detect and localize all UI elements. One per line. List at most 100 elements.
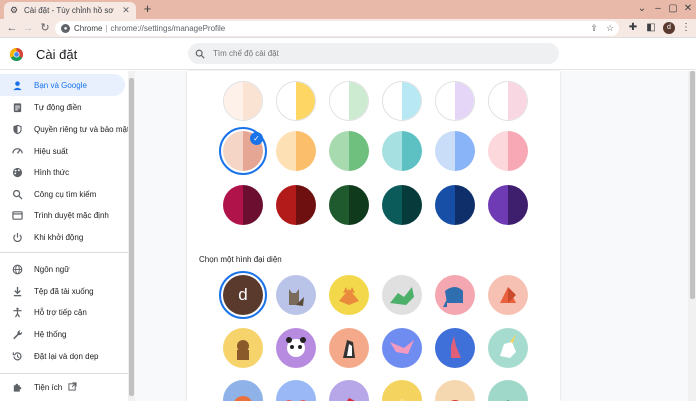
address-bar[interactable]: ● Chrome | chrome://settings/manageProfi… (55, 21, 619, 36)
sidebar-item[interactable]: Công cụ tìm kiếm (0, 183, 125, 205)
palette-icon (12, 167, 23, 178)
search-input[interactable] (213, 49, 533, 58)
sidebar-item-label: Tệp đã tải xuống (34, 286, 94, 296)
sidebar-item-label: Hình thức (34, 167, 70, 177)
sidebar-item[interactable]: Hỗ trợ tiếp cận (0, 301, 125, 323)
search-icon (195, 49, 205, 59)
rabbit-icon[interactable] (435, 328, 475, 368)
page-title: Cài đặt (36, 47, 78, 62)
sidebar-scrollbar-thumb[interactable] (129, 78, 134, 396)
sidebar-divider (0, 252, 128, 253)
selected-check-icon: ✓ (250, 132, 263, 145)
accessibility-icon (12, 307, 23, 318)
sidebar-item[interactable]: Bạn và Google (0, 74, 125, 96)
main-scrollbar-thumb[interactable] (690, 71, 695, 299)
sidebar-item-label: Tự động điền (34, 102, 82, 112)
sidebar-item-label: Khi khởi động (34, 232, 84, 242)
browser-toolbar: ← → ↻ ● Chrome | chrome://settings/manag… (0, 19, 696, 38)
sidebar-item[interactable]: Hệ thống (0, 323, 125, 345)
sidebar-item[interactable]: Hiệu suất (0, 140, 125, 162)
sidebar: Bạn và Google Tự động điền Quyền riêng tư … (0, 71, 129, 401)
reset-icon (12, 351, 23, 362)
color-swatch[interactable] (435, 185, 475, 225)
color-swatch[interactable] (276, 81, 316, 121)
settings-search[interactable] (188, 43, 559, 64)
color-swatch[interactable] (382, 185, 422, 225)
avatar-section-label: Chọn một hình đại diện (199, 255, 282, 264)
sidebar-item-label: Tiện ích (34, 382, 63, 392)
sidebar-item-label: Đặt lại và dọn dẹp (34, 351, 99, 361)
color-swatch[interactable] (329, 131, 369, 171)
browser-icon (12, 210, 23, 221)
shield-icon (12, 124, 23, 135)
bird-icon[interactable] (382, 328, 422, 368)
site-label: Chrome (74, 24, 103, 33)
reload-button[interactable]: ↻ (38, 21, 52, 35)
new-tab-button[interactable]: + (141, 2, 154, 16)
settings-header: Cài đặt (0, 38, 696, 70)
sidebar-item[interactable]: Tệp đã tải xuống (0, 280, 125, 302)
sidebar-item[interactable]: Quyền riêng tư và bảo mật (0, 118, 129, 140)
sidebar-item-label: Ngôn ngữ (34, 264, 70, 274)
sidebar-item-label: Hỗ trợ tiếp cận (34, 307, 87, 317)
color-swatch[interactable] (435, 131, 475, 171)
sidebar-item-label: Hiệu suất (34, 146, 68, 156)
penguin-icon[interactable] (329, 328, 369, 368)
sidebar-item[interactable]: Đặt lại và dọn dẹp (0, 345, 125, 367)
color-swatch[interactable] (223, 185, 263, 225)
cat-icon[interactable] (276, 275, 316, 315)
sidebar-item-label: Bạn và Google (34, 80, 87, 90)
search-icon (12, 189, 23, 200)
close-tab-icon[interactable]: ✕ (121, 5, 131, 16)
sidebar-item-label: Công cụ tìm kiếm (34, 189, 97, 199)
color-swatch[interactable] (329, 185, 369, 225)
sidebar-item-label: Hệ thống (34, 329, 67, 339)
sidebar-divider (0, 373, 128, 374)
tab-title: Cài đặt - Tùy chỉnh hồ sơ (24, 6, 114, 15)
color-swatch[interactable] (435, 81, 475, 121)
close-window-icon[interactable]: ✕ (679, 2, 696, 16)
clipboard-icon (12, 102, 23, 113)
sidebar-item[interactable]: Ngôn ngữ (0, 258, 125, 280)
color-swatch[interactable] (329, 81, 369, 121)
sidebar-item[interactable]: Khi khởi động (0, 226, 125, 248)
chrome-site-icon: ● (61, 24, 70, 33)
tab-strip: ⚙ Cài đặt - Tùy chỉnh hồ sơ ✕ + ⌄ – ▢ ✕ (0, 0, 696, 19)
sidebar-item[interactable]: Tiện ích (0, 376, 125, 398)
monkey-icon[interactable] (223, 328, 263, 368)
color-swatch[interactable] (276, 131, 316, 171)
color-swatch[interactable] (488, 185, 528, 225)
power-icon (12, 232, 23, 243)
color-swatch[interactable] (382, 131, 422, 171)
sidebar-item[interactable]: Tự động điền (0, 96, 125, 118)
color-swatch[interactable] (382, 81, 422, 121)
color-swatch[interactable] (276, 185, 316, 225)
forward-button[interactable]: → (21, 21, 35, 35)
sidebar-item[interactable]: Trình duyệt mặc định (0, 204, 125, 226)
sidebar-item-label: Quyền riêng tư và bảo mật (34, 124, 130, 134)
tab-settings[interactable]: ⚙ Cài đặt - Tùy chỉnh hồ sơ ✕ (4, 2, 136, 19)
bookmark-star-icon[interactable]: ☆ (604, 22, 616, 34)
elephant-icon[interactable] (435, 275, 475, 315)
color-swatch[interactable] (488, 81, 528, 121)
extensions-icon[interactable]: ✚ (627, 22, 639, 34)
color-swatch[interactable] (488, 131, 528, 171)
side-panel-icon[interactable]: ◧ (645, 22, 657, 34)
external-link-icon (68, 378, 77, 396)
sidebar-item[interactable]: Hình thức (0, 161, 125, 183)
sidebar-item-label: Trình duyệt mặc định (34, 210, 109, 220)
back-button[interactable]: ← (5, 21, 19, 35)
speed-icon (12, 146, 23, 157)
fox-icon[interactable] (329, 275, 369, 315)
puzzle-icon (12, 382, 23, 393)
panda-icon[interactable] (276, 328, 316, 368)
profile-avatar-button[interactable]: d (663, 22, 675, 34)
dragon-icon[interactable] (382, 275, 422, 315)
share-icon[interactable]: ⇪ (588, 22, 600, 34)
menu-icon[interactable]: ⋮ (680, 22, 692, 34)
avatar-initial[interactable]: d (219, 271, 267, 319)
unicorn-icon[interactable] (488, 328, 528, 368)
color-swatch[interactable] (223, 81, 263, 121)
url-separator: | (105, 24, 108, 33)
fox-origami-icon[interactable] (488, 275, 528, 315)
